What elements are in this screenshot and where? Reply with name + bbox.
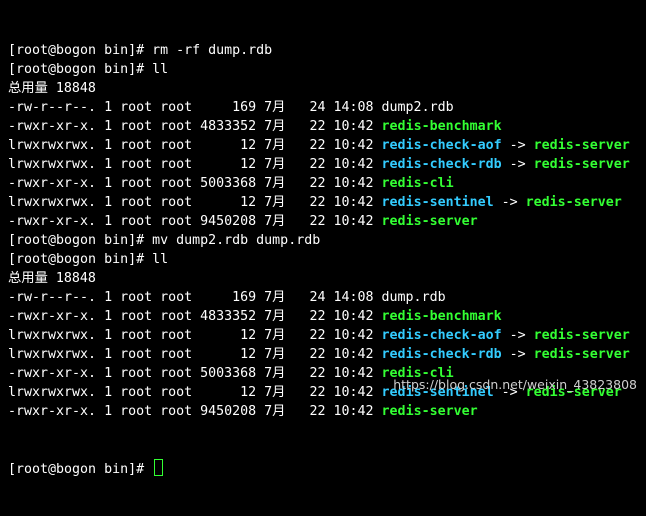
prompt-text: [root@bogon bin]# [8,462,153,477]
terminal-line: lrwxrwxrwx. 1 root root 12 7月 22 10:42 r… [8,345,646,364]
terminal-line: lrwxrwxrwx. 1 root root 12 7月 22 10:42 r… [8,326,646,345]
symlink-filename: redis-check-aof [381,328,502,343]
terminal-text: -rwxr-xr-x. 1 root root 5003368 7月 22 10… [8,366,382,381]
terminal-text: -> [493,195,526,210]
symlink-filename: redis-sentinel [381,195,494,210]
terminal-text: -> [501,328,534,343]
watermark-url: https://blog.csdn.net/weixin_43823808 [393,377,637,392]
terminal-text: lrwxrwxrwx. 1 root root 12 7月 22 10:42 [8,347,382,362]
terminal-text: 总用量 18848 [8,271,96,286]
executable-filename: redis-cli [381,176,454,191]
symlink-filename: redis-check-rdb [381,157,502,172]
executable-filename: redis-benchmark [381,119,502,134]
terminal-line: -rw-r--r--. 1 root root 169 7月 24 14:08 … [8,288,646,307]
terminal-text: [root@bogon bin]# rm -rf dump.rdb [8,43,273,58]
terminal-text: -rwxr-xr-x. 1 root root 9450208 7月 22 10… [8,214,382,229]
terminal-text: [root@bogon bin]# ll [8,62,169,77]
terminal-line: 总用量 18848 [8,79,646,98]
terminal-text: -rw-r--r--. 1 root root 169 7月 24 14:08 … [8,290,446,305]
terminal-line: [root@bogon bin]# ll [8,60,646,79]
terminal-line: [root@bogon bin]# rm -rf dump.rdb [8,41,646,60]
terminal-line: -rwxr-xr-x. 1 root root 9450208 7月 22 10… [8,212,646,231]
text-cursor [154,459,164,476]
symlink-filename: redis-check-rdb [381,347,502,362]
terminal-line: -rwxr-xr-x. 1 root root 5003368 7月 22 10… [8,174,646,193]
terminal-text: [root@bogon bin]# ll [8,252,169,267]
executable-filename: redis-server [533,347,630,362]
terminal-line: -rwxr-xr-x. 1 root root 4833352 7月 22 10… [8,307,646,326]
terminal-text: -> [501,157,534,172]
executable-filename: redis-benchmark [381,309,502,324]
terminal-text: lrwxrwxrwx. 1 root root 12 7月 22 10:42 [8,157,382,172]
executable-filename: redis-server [533,328,630,343]
terminal-line: -rwxr-xr-x. 1 root root 4833352 7月 22 10… [8,117,646,136]
terminal-text: [root@bogon bin]# mv dump2.rdb dump.rdb [8,233,321,248]
terminal-text: -rwxr-xr-x. 1 root root 9450208 7月 22 10… [8,404,382,419]
symlink-filename: redis-check-aof [381,138,502,153]
terminal-text: -rwxr-xr-x. 1 root root 4833352 7月 22 10… [8,309,382,324]
terminal-line: [root@bogon bin]# mv dump2.rdb dump.rdb [8,231,646,250]
terminal-window[interactable]: [root@bogon bin]# rm -rf dump.rdb [root@b… [0,0,646,477]
terminal-text: lrwxrwxrwx. 1 root root 12 7月 22 10:42 [8,195,382,210]
terminal-line: -rw-r--r--. 1 root root 169 7月 24 14:08 … [8,98,646,117]
terminal-prompt-line[interactable]: [root@bogon bin]# [8,459,646,478]
terminal-text: -> [501,138,534,153]
terminal-text: -rwxr-xr-x. 1 root root 5003368 7月 22 10… [8,176,382,191]
terminal-output: [root@bogon bin]# rm -rf dump.rdb [root@b… [8,41,646,421]
terminal-text: -> [501,347,534,362]
executable-filename: redis-server [381,404,478,419]
executable-filename: redis-server [525,195,622,210]
terminal-text: lrwxrwxrwx. 1 root root 12 7月 22 10:42 [8,385,382,400]
executable-filename: redis-server [381,214,478,229]
terminal-line: lrwxrwxrwx. 1 root root 12 7月 22 10:42 r… [8,193,646,212]
executable-filename: redis-server [533,138,630,153]
terminal-text: 总用量 18848 [8,81,96,96]
terminal-line: lrwxrwxrwx. 1 root root 12 7月 22 10:42 r… [8,155,646,174]
terminal-text: lrwxrwxrwx. 1 root root 12 7月 22 10:42 [8,138,382,153]
terminal-line: lrwxrwxrwx. 1 root root 12 7月 22 10:42 r… [8,136,646,155]
terminal-text: -rw-r--r--. 1 root root 169 7月 24 14:08 … [8,100,454,115]
terminal-line: [root@bogon bin]# ll [8,250,646,269]
terminal-line: 总用量 18848 [8,269,646,288]
executable-filename: redis-server [533,157,630,172]
terminal-text: lrwxrwxrwx. 1 root root 12 7月 22 10:42 [8,328,382,343]
terminal-text: -rwxr-xr-x. 1 root root 4833352 7月 22 10… [8,119,382,134]
